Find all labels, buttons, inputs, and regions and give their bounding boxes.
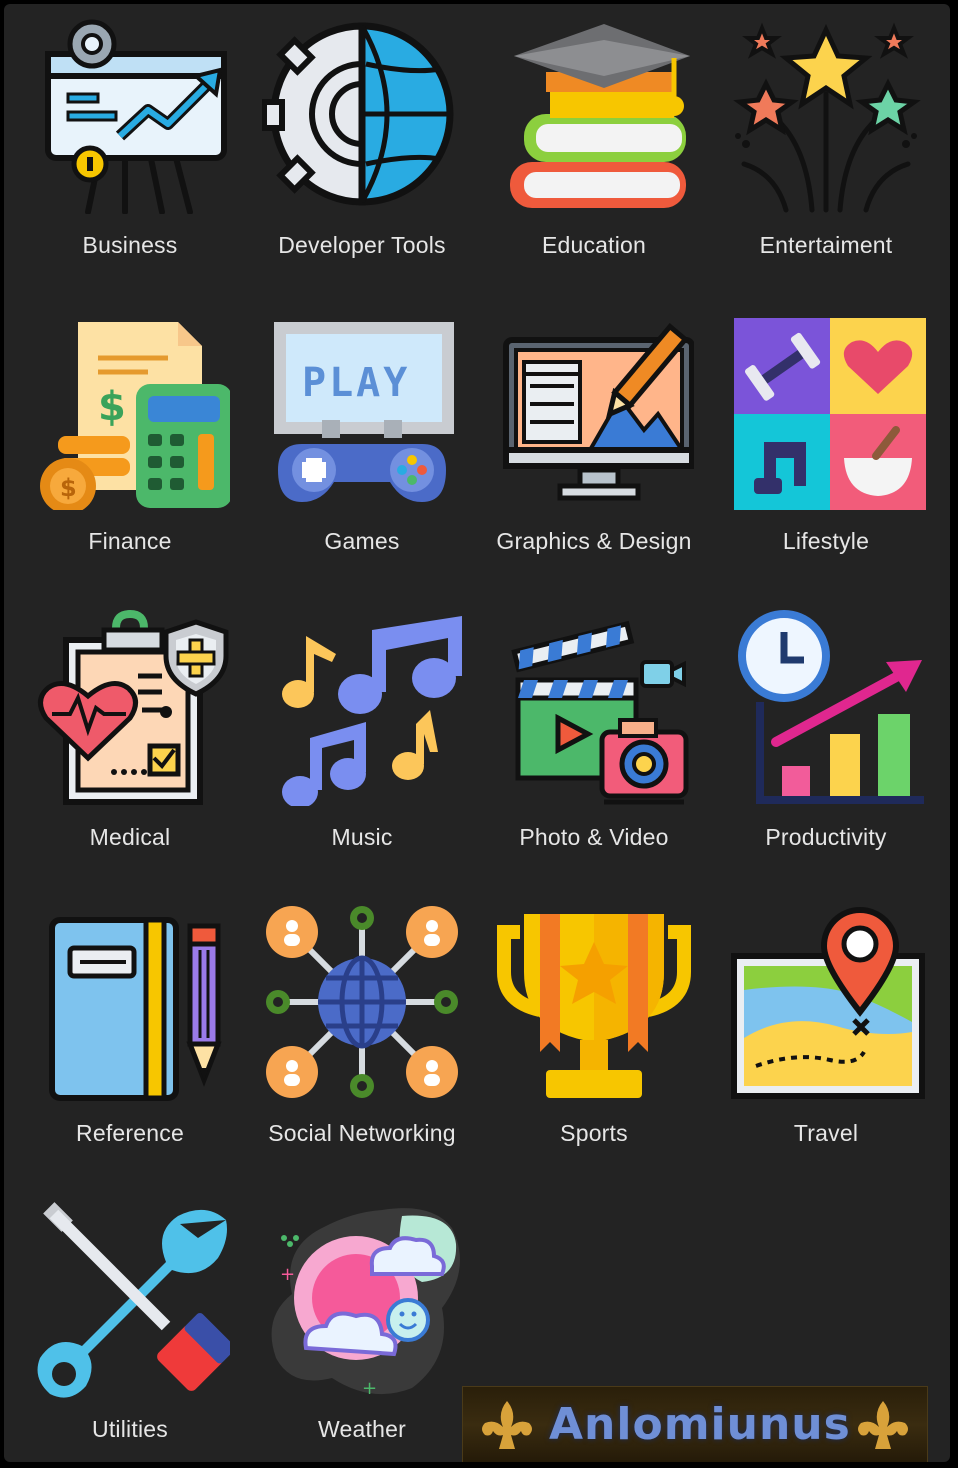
category-label: Finance [88,528,172,554]
clock-growth-chart-icon [738,610,924,804]
medical-report-icon [38,609,229,805]
fleur-de-lis-icon [482,1401,532,1449]
category-sports[interactable]: Sports [478,892,710,1188]
category-label: Social Networking [268,1120,456,1146]
gear-globe-icon [262,22,454,206]
category-label: Entertaiment [759,232,893,258]
category-label: Business [82,232,178,258]
svg-text:+: + [362,1378,377,1398]
svg-text:+: + [280,1264,295,1285]
category-reference[interactable]: Reference [14,892,246,1188]
app-window: Business Developer Tools Education Enter… [4,4,950,1462]
category-label: Photo & Video [519,824,669,850]
map-pin-icon [731,907,925,1099]
category-label: Productivity [765,824,887,850]
play-screen-gamepad-icon: PLAY [274,322,454,502]
calculator-coins-icon: $ $ [40,322,230,510]
category-developer-tools[interactable]: Developer Tools [246,4,478,300]
svg-text:PLAY: PLAY [302,360,410,406]
svg-text:$: $ [98,384,126,430]
category-music[interactable]: Music [246,596,478,892]
category-photo-video[interactable]: Photo & Video [478,596,710,892]
category-label: Reference [76,1120,184,1146]
category-label: Developer Tools [278,232,446,258]
category-education[interactable]: Education [478,4,710,300]
category-lifestyle[interactable]: Lifestyle [710,300,942,596]
sun-clouds-icon: + + [271,1208,460,1398]
watermark-banner: Anlomiunus [462,1386,928,1462]
category-label: Medical [89,824,171,850]
category-label: Lifestyle [782,528,870,554]
business-presentation-icon [45,19,227,214]
category-entertaiment[interactable]: Entertaiment [710,4,942,300]
category-grid: Business Developer Tools Education Enter… [4,4,950,1462]
category-business[interactable]: Business [14,4,246,300]
notebook-pencil-icon [49,917,222,1101]
category-medical[interactable]: Medical [14,596,246,892]
watermark-text: Anlomiunus [549,1399,851,1450]
fleur-de-lis-icon [858,1401,908,1449]
category-productivity[interactable]: Productivity [710,596,942,892]
category-social-networking[interactable]: Social Networking [246,892,478,1188]
category-label: Games [324,528,400,554]
category-travel[interactable]: Travel [710,892,942,1188]
trophy-icon [497,914,691,1098]
wrench-screwdriver-icon [37,1202,230,1398]
category-weather[interactable]: + + Weather [246,1188,478,1462]
category-label: Music [331,824,393,850]
category-label: Education [541,232,647,258]
clapper-camera-icon [511,620,689,805]
category-label: Weather [318,1416,406,1442]
category-finance[interactable]: $ $ Finance [14,300,246,596]
lifestyle-tiles-icon [734,318,926,510]
fireworks-stars-icon [733,22,921,213]
category-label: Travel [793,1120,859,1146]
svg-text:$: $ [60,474,77,502]
category-games[interactable]: PLAY Games [246,300,478,596]
monitor-pen-icon [503,323,694,501]
category-label: Graphics & Design [496,528,692,554]
category-label: Sports [560,1120,628,1146]
music-notes-icon [282,616,462,806]
category-label: Utilities [92,1416,168,1442]
globe-network-icon [266,906,458,1098]
category-graphics-design[interactable]: Graphics & Design [478,300,710,596]
books-graduation-cap-icon [510,24,690,208]
category-utilities[interactable]: Utilities [14,1188,246,1462]
